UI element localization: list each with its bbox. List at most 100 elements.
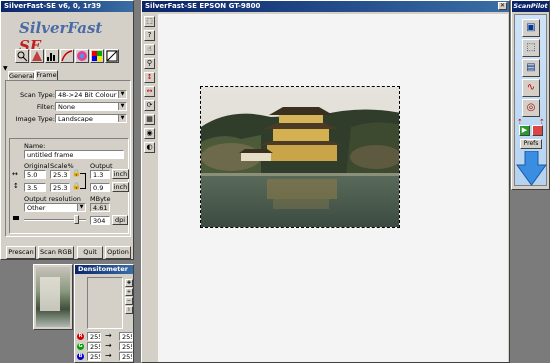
main-title-bar[interactable]: SilverFast-SE v6, 0, 1r39 [1,1,133,12]
stop-button[interactable] [532,125,543,136]
frame-tool-icon[interactable]: ⬚ [144,16,155,27]
eyedropper-icon[interactable]: ✚ [125,279,133,287]
height-original-input[interactable]: 3.5 [24,183,46,192]
thumbnail-image [36,267,70,327]
dpi-input[interactable]: 304 [90,216,110,225]
dpi-unit-button[interactable]: dpi [112,215,128,225]
quit-button[interactable]: Quit [77,246,103,259]
output-label: Output [90,162,113,170]
height-scale-input[interactable]: 25.3 [50,183,70,192]
zoom-icon[interactable] [15,49,29,63]
histogram-icon[interactable] [45,49,59,63]
histogram-pilot-icon[interactable]: ▤ [522,59,540,77]
densitometer-row-r: R 255 → 255 [77,331,133,341]
tab-frame[interactable]: Frame [35,70,58,80]
filter-select[interactable]: None ▼ [55,102,127,111]
filter-label: Filter: [36,103,55,111]
chain-link-icon[interactable] [80,173,86,189]
flip-horizontal-icon[interactable]: ↔ [144,86,155,97]
plus-icon[interactable]: + [125,288,133,296]
width-scale-input[interactable]: 25.3 [50,170,70,179]
width-arrows-icon: ↔ [12,170,18,178]
silverfast-main-window: SilverFast-SE v6, 0, 1r39 SilverFast SE … [0,0,134,260]
tab-general[interactable]: General [8,71,35,80]
auto-adjust-icon[interactable] [30,49,44,63]
width-unit-button[interactable]: inch [112,169,129,179]
scan-rgb-button[interactable]: Scan RGB [38,246,74,259]
chevron-down-icon: ▼ [118,91,126,98]
gradation-icon[interactable] [60,49,74,63]
blue-channel-icon: B [77,353,84,360]
red-output-value: 255 [119,332,133,341]
close-icon[interactable]: ✕ [498,2,507,10]
color-icon[interactable]: ◐ [144,142,155,153]
play-button[interactable]: ▶ [519,125,530,136]
hand-icon[interactable]: ☝ [144,44,155,55]
output-resolution-label: Output resolution [24,195,81,203]
original-label: Original [24,162,50,170]
selective-color-icon[interactable] [90,49,104,63]
resolution-mode-select[interactable]: Other ▼ [24,203,86,212]
scale-label: Scale% [50,162,74,170]
main-title-text: SilverFast-SE v6, 0, 1r39 [4,2,101,10]
height-arrows-icon: ↕ [13,182,19,190]
frame-panel: Scan Type: 48->24 Bit Colour ▼ Filter: N… [5,80,131,237]
rotate-icon[interactable]: ⟳ [144,100,155,111]
scanpilot-title[interactable]: ScanPilot [512,1,549,12]
help-icon[interactable]: ? [144,30,155,41]
gradation-pilot-icon[interactable]: ∿ [522,79,540,97]
silverfast-logo: SilverFast SE [19,19,119,55]
preview-title-bar[interactable]: SilverFast-SE EPSON GT-9800 ✕ [142,1,509,12]
collapse-arrow-icon[interactable]: ▼ [3,65,8,72]
blue-output-value: 255 [119,352,133,361]
prescan-pilot-icon[interactable]: ▣ [522,19,540,37]
scan-type-select[interactable]: 48->24 Bit Colour ▼ [55,90,127,99]
option-button[interactable]: Option [105,246,131,259]
minus-icon[interactable]: − [125,297,133,305]
info-icon[interactable]: i [125,306,133,314]
scan-type-label: Scan Type: [20,91,55,99]
green-channel-icon: G [77,343,84,350]
resolution-slider[interactable] [24,215,86,224]
scanpilot-window: ScanPilot ▣ ⬚ ▤ ∿ ◎ ⇡ ⇡ ▶ Prefs [511,0,550,190]
densitometer-title: Densitometer [78,265,129,273]
chevron-down-icon: ▼ [118,115,126,122]
slider-thumb[interactable] [74,215,79,224]
arrow-right-icon: → [105,351,112,360]
prefs-button[interactable]: Prefs [520,139,542,149]
height-output-input[interactable]: 0.9 [90,183,110,192]
grid-icon[interactable]: ▦ [144,114,155,125]
image-type-select[interactable]: Landscape ▼ [55,114,127,123]
lock-icon[interactable]: 🔒 [72,182,81,190]
chevron-down-icon: ▼ [77,204,85,211]
frame-pilot-icon[interactable]: ⬚ [522,39,540,57]
preview-tool-strip: ⬚ ? ☝ ⚲ ↕ ↔ ⟳ ▦ ◉ ◐ [143,14,157,362]
densitometer-title-bar[interactable]: Densitometer [75,265,133,274]
densitometer-row-g: G 255 → 255 [77,341,133,351]
frame-settings-group: Name: untitled frame Original Scale% Out… [9,138,129,234]
expert-dialog-icon[interactable] [105,49,119,63]
green-output-value: 255 [119,342,133,351]
densitometer-row-b: B 255 → 255 [77,351,133,361]
eyedropper-icon[interactable]: ⚲ [144,58,155,69]
width-original-input[interactable]: 5.0 [24,170,46,179]
tool-icons-row [15,49,125,63]
mbyte-label: MByte [90,195,111,203]
color-correction-icon[interactable] [75,49,89,63]
preview-canvas[interactable] [158,14,508,362]
height-unit-button[interactable]: inch [112,182,129,192]
name-label: Name: [24,142,46,150]
densitometer-side-tools: ✚ + − i [125,279,133,329]
preview-photo [201,87,399,227]
flip-vertical-icon[interactable]: ↕ [144,72,155,83]
scan-frame[interactable] [200,86,400,228]
red-input-value: 255 [87,332,101,341]
mbyte-value: 4.61 [90,203,110,212]
loupe-icon[interactable]: ◉ [144,128,155,139]
frame-name-input[interactable]: untitled frame [24,150,124,159]
preview-window: SilverFast-SE EPSON GT-9800 ✕ ⬚ ? ☝ ⚲ ↕ … [141,0,510,363]
prescan-button[interactable]: Prescan [6,246,36,259]
width-output-input[interactable]: 1.3 [90,170,110,179]
color-pilot-icon[interactable]: ◎ [522,99,540,117]
logo-text: SilverFast [19,19,103,37]
